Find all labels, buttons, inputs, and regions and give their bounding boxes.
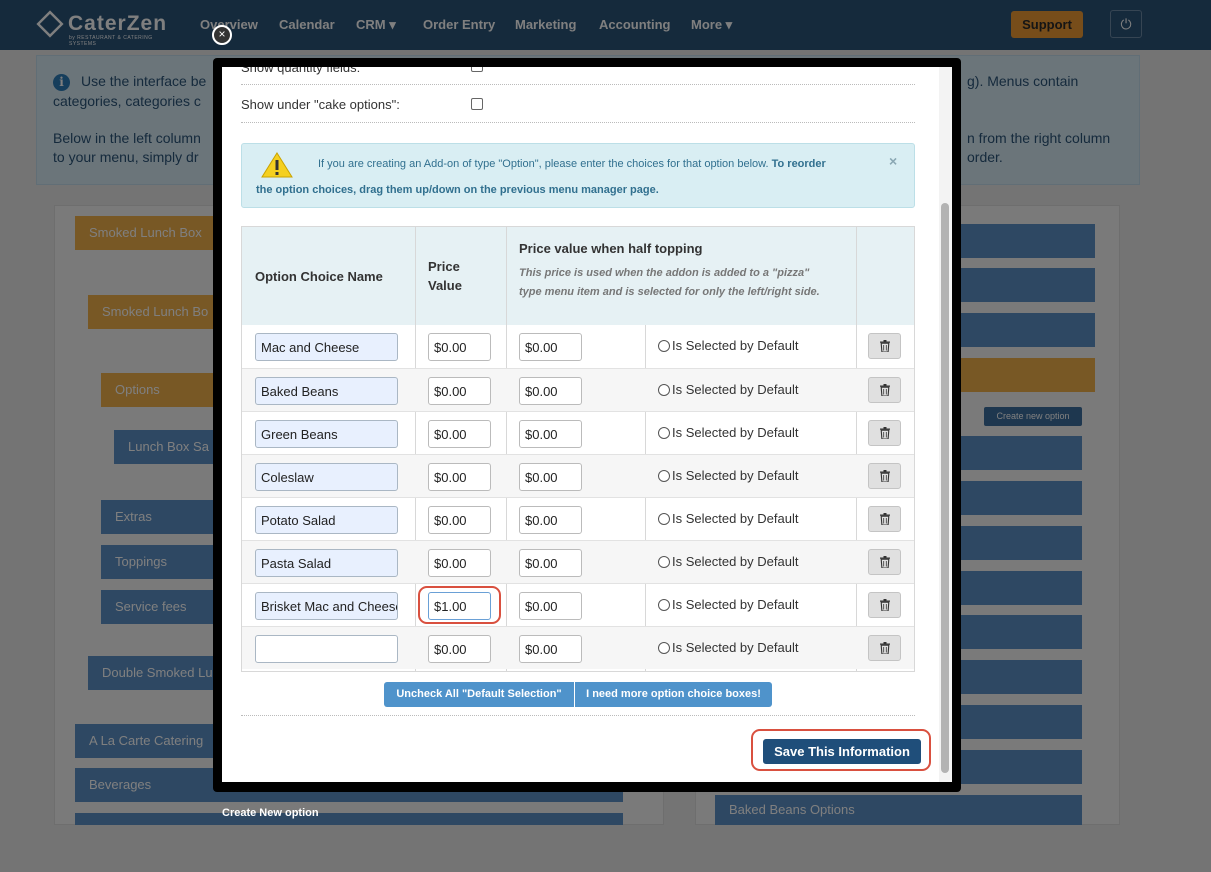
half-price-input[interactable]: $0.00 [519, 635, 582, 663]
default-label: Is Selected by Default [672, 597, 799, 612]
delete-button[interactable] [868, 506, 901, 532]
option-name-input[interactable]: Baked Beans [255, 377, 398, 405]
default-label: Is Selected by Default [672, 554, 799, 569]
default-radio[interactable] [658, 599, 670, 611]
default-label: Is Selected by Default [672, 468, 799, 483]
header-price-line2: Value [428, 278, 462, 293]
alert-text-bold-line: the option choices, drag them up/down on… [256, 184, 659, 196]
delete-button[interactable] [868, 592, 901, 618]
save-highlight: Save This Information [751, 729, 931, 771]
table-actions: Uncheck All "Default Selection" I need m… [384, 682, 772, 707]
divider [241, 715, 915, 716]
default-label: Is Selected by Default [672, 511, 799, 526]
price-input[interactable]: $0.00 [428, 549, 491, 577]
table-row: Baked Beans $0.00 $0.00 Is Selected by D… [242, 368, 914, 411]
show-quantity-checkbox[interactable] [471, 67, 483, 72]
table-row: $0.00 $0.00 Is Selected by Default [242, 626, 914, 669]
option-name-input[interactable]: Pasta Salad [255, 549, 398, 577]
close-modal-icon[interactable]: × [212, 25, 232, 45]
table-body: Mac and Cheese $0.00 $0.00 Is Selected b… [242, 325, 914, 671]
trash-icon [880, 599, 890, 611]
show-cake-checkbox[interactable] [471, 98, 483, 110]
create-option-modal: Show quantity fields: Show under "cake o… [213, 58, 961, 792]
header-half-sub2: type menu item and is selected for only … [519, 286, 820, 298]
default-radio[interactable] [658, 642, 670, 654]
trash-icon [880, 340, 890, 352]
half-price-input[interactable]: $0.00 [519, 377, 582, 405]
delete-button[interactable] [868, 549, 901, 575]
default-label: Is Selected by Default [672, 425, 799, 440]
price-input[interactable]: $0.00 [428, 420, 491, 448]
alert-close-icon[interactable]: × [889, 153, 897, 169]
default-radio[interactable] [658, 340, 670, 352]
more-option-boxes-button[interactable]: I need more option choice boxes! [575, 682, 772, 707]
header-option-name: Option Choice Name [255, 269, 383, 284]
table-row: Potato Salad $0.00 $0.00 Is Selected by … [242, 497, 914, 540]
default-label: Is Selected by Default [672, 382, 799, 397]
price-input[interactable]: $0.00 [428, 333, 491, 361]
default-label: Is Selected by Default [672, 640, 799, 655]
save-button[interactable]: Save This Information [763, 739, 921, 764]
show-cake-label: Show under "cake options": [241, 97, 400, 112]
default-radio[interactable] [658, 513, 670, 525]
half-price-input[interactable]: $0.00 [519, 592, 582, 620]
table-row: Brisket Mac and Cheese $1.00 $0.00 Is Se… [242, 583, 914, 626]
option-name-input[interactable] [255, 635, 398, 663]
trash-icon [880, 470, 890, 482]
header-half-topping: Price value when half topping [519, 241, 703, 256]
modal-body: Show quantity fields: Show under "cake o… [222, 67, 952, 782]
option-name-input[interactable]: Green Beans [255, 420, 398, 448]
divider [241, 84, 915, 85]
option-choices-table: Option Choice Name Price Value Price val… [241, 226, 915, 672]
modal-scrollbar-thumb[interactable] [941, 203, 949, 773]
price-input[interactable]: $0.00 [428, 635, 491, 663]
table-row: Mac and Cheese $0.00 $0.00 Is Selected b… [242, 325, 914, 368]
uncheck-all-default-button[interactable]: Uncheck All "Default Selection" [384, 682, 574, 707]
info-alert: If you are creating an Add-on of type "O… [241, 143, 915, 208]
table-row: Green Beans $0.00 $0.00 Is Selected by D… [242, 411, 914, 454]
half-price-input[interactable]: $0.00 [519, 506, 582, 534]
delete-button[interactable] [868, 635, 901, 661]
alert-text-bold: To reorder [771, 158, 826, 170]
price-input[interactable]: $0.00 [428, 377, 491, 405]
alert-text: If you are creating an Add-on of type "O… [318, 158, 826, 170]
show-quantity-row: Show quantity fields: [241, 67, 915, 78]
default-label: Is Selected by Default [672, 338, 799, 353]
option-name-input[interactable]: Potato Salad [255, 506, 398, 534]
option-name-input[interactable]: Brisket Mac and Cheese [255, 592, 398, 620]
trash-icon [880, 384, 890, 396]
warning-icon [261, 152, 293, 178]
half-price-input[interactable]: $0.00 [519, 549, 582, 577]
default-radio[interactable] [658, 384, 670, 396]
half-price-input[interactable]: $0.00 [519, 333, 582, 361]
trash-icon [880, 642, 890, 654]
table-row: Pasta Salad $0.00 $0.00 Is Selected by D… [242, 540, 914, 583]
trash-icon [880, 513, 890, 525]
header-price-line1: Price [428, 259, 460, 274]
table-row: Coleslaw $0.00 $0.00 Is Selected by Defa… [242, 454, 914, 497]
half-price-input[interactable]: $0.00 [519, 420, 582, 448]
default-radio[interactable] [658, 470, 670, 482]
option-name-input[interactable]: Mac and Cheese [255, 333, 398, 361]
price-input[interactable]: $0.00 [428, 463, 491, 491]
option-name-input[interactable]: Coleslaw [255, 463, 398, 491]
show-cake-row: Show under "cake options": [241, 97, 915, 117]
trash-icon [880, 427, 890, 439]
divider [241, 122, 915, 123]
half-price-input[interactable]: $0.00 [519, 463, 582, 491]
create-new-option-title: Create New option [222, 807, 319, 819]
alert-text-normal: If you are creating an Add-on of type "O… [318, 158, 769, 170]
delete-button[interactable] [868, 420, 901, 446]
header-half-sub1: This price is used when the addon is add… [519, 267, 810, 279]
delete-button[interactable] [868, 463, 901, 489]
price-input[interactable]: $1.00 [428, 592, 491, 620]
trash-icon [880, 556, 890, 568]
delete-button[interactable] [868, 333, 901, 359]
default-radio[interactable] [658, 427, 670, 439]
show-quantity-label: Show quantity fields: [241, 67, 361, 75]
table-header: Option Choice Name Price Value Price val… [242, 227, 914, 325]
delete-button[interactable] [868, 377, 901, 403]
price-input[interactable]: $0.00 [428, 506, 491, 534]
default-radio[interactable] [658, 556, 670, 568]
